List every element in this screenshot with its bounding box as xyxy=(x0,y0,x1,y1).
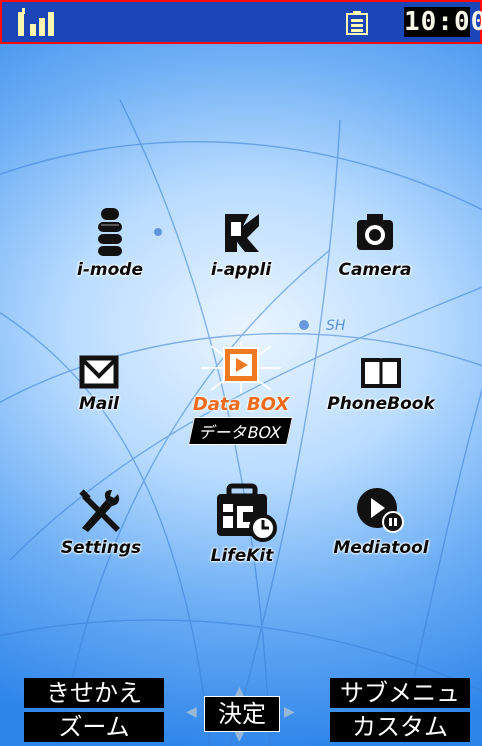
softkey-bottom-left[interactable]: ズーム xyxy=(24,712,164,742)
menu-item-label: Settings xyxy=(60,538,142,558)
menu-item-label: Data BOX xyxy=(192,394,290,415)
menu-item-settings[interactable]: Settings xyxy=(26,488,176,558)
menu-item-label: i-mode xyxy=(77,260,143,280)
menu-item-i-appli[interactable]: i-appli xyxy=(166,208,316,280)
menu-item-label: PhoneBook xyxy=(327,394,435,414)
signal-strength-icon xyxy=(18,8,54,36)
center-key-label: 決定 xyxy=(204,696,280,732)
i-mode-icon xyxy=(98,208,122,256)
settings-icon xyxy=(79,489,120,532)
menu-item-mail[interactable]: Mail xyxy=(24,352,174,414)
status-bar: 10:00 xyxy=(0,0,482,44)
databox-icon xyxy=(201,342,281,394)
menu-item-camera[interactable]: Camera xyxy=(300,208,450,280)
menu-item-databox[interactable]: Data BOX データBOX xyxy=(166,342,316,445)
softkey-top-left[interactable]: きせかえ xyxy=(24,678,164,708)
i-appli-icon xyxy=(225,214,259,252)
right-arrow-icon: ▶ xyxy=(284,704,295,720)
menu-item-label-jp: データBOX xyxy=(188,417,294,445)
camera-icon xyxy=(357,214,393,250)
menu-item-i-mode[interactable]: i-mode xyxy=(35,208,185,280)
standby-menu-screen: SH 10:00 i-mode i-appli Camera Mail Data… xyxy=(0,0,482,746)
softkey-bottom-right[interactable]: カスタム xyxy=(330,712,470,742)
clock: 10:00 xyxy=(404,7,482,37)
menu-item-label: Camera xyxy=(338,260,412,280)
menu-item-label: Mediatool xyxy=(333,538,429,558)
lifekit-icon xyxy=(217,483,277,542)
menu-item-phonebook[interactable]: PhoneBook xyxy=(306,352,456,414)
softkey-top-right[interactable]: サブメニュー xyxy=(330,678,470,737)
wallpaper-watermark: SH xyxy=(326,318,346,334)
menu-item-mediatool[interactable]: Mediatool xyxy=(306,484,456,558)
mediatool-icon xyxy=(357,488,404,533)
center-select-key[interactable]: ▲ ◀ ▶ ▼ 決定 xyxy=(186,684,295,744)
menu-item-label: i-appli xyxy=(210,260,272,280)
battery-icon xyxy=(346,11,368,35)
mail-icon xyxy=(79,355,119,389)
menu-item-label: LifeKit xyxy=(210,546,274,566)
menu-item-lifekit[interactable]: LifeKit xyxy=(167,482,317,566)
menu-item-label: Mail xyxy=(78,394,120,414)
left-arrow-icon: ◀ xyxy=(186,704,197,720)
phonebook-icon xyxy=(361,358,401,389)
